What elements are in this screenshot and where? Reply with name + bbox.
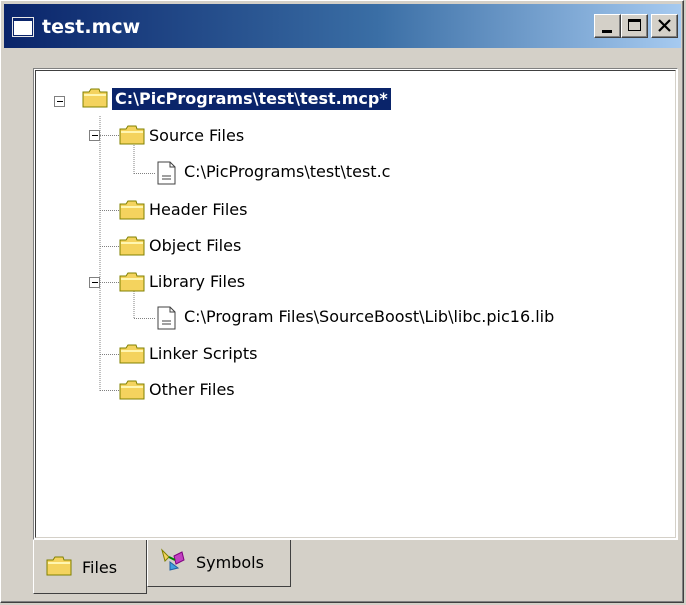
collapse-toggles xyxy=(54,96,100,288)
project-window: test.mcw C:\PicPrograms\test\test.mcp* S… xyxy=(0,0,684,603)
tab-strip: Files Symbols xyxy=(33,540,678,598)
tab-files-label: Files xyxy=(82,558,118,577)
tree-node-source-files[interactable]: Source Files xyxy=(149,125,244,147)
tab-files[interactable]: Files xyxy=(33,540,147,594)
tree-node-file[interactable]: C:\Program Files\SourceBoost\Lib\libc.pi… xyxy=(184,306,554,328)
tree-node-library-files[interactable]: Library Files xyxy=(149,271,245,293)
tree-node-header-files[interactable]: Header Files xyxy=(149,199,247,221)
folder-icon xyxy=(82,88,108,108)
symbols-icon xyxy=(161,548,185,571)
tree-lines xyxy=(54,88,176,400)
folder-icon xyxy=(119,125,145,145)
folder-icon xyxy=(119,236,145,256)
file-icon xyxy=(157,161,176,185)
tree-node-other-files[interactable]: Other Files xyxy=(149,379,235,401)
tree-node-object-files[interactable]: Object Files xyxy=(149,235,241,257)
tree-node-file[interactable]: C:\PicPrograms\test\test.c xyxy=(184,161,390,183)
close-icon xyxy=(658,19,671,32)
minimize-button[interactable] xyxy=(594,14,621,38)
maximize-icon xyxy=(628,19,641,31)
close-button[interactable] xyxy=(651,14,678,38)
folder-icon xyxy=(119,272,145,292)
folder-icon xyxy=(119,380,145,400)
file-icon xyxy=(157,306,176,330)
window-title: test.mcw xyxy=(42,16,141,38)
folder-icon xyxy=(119,200,145,220)
folder-icon xyxy=(46,556,72,576)
project-tree[interactable]: C:\PicPrograms\test\test.mcp* Source Fil… xyxy=(33,68,678,540)
tab-symbols-label: Symbols xyxy=(196,553,264,572)
title-bar[interactable]: test.mcw xyxy=(4,4,681,48)
tree-node-linker-scripts[interactable]: Linker Scripts xyxy=(149,343,257,365)
maximize-button[interactable] xyxy=(621,14,648,38)
tab-symbols[interactable]: Symbols xyxy=(147,540,291,587)
window-icon xyxy=(12,17,34,37)
folder-icon xyxy=(119,344,145,364)
minimize-icon xyxy=(602,30,612,33)
tree-node-project[interactable]: C:\PicPrograms\test\test.mcp* xyxy=(112,88,391,110)
